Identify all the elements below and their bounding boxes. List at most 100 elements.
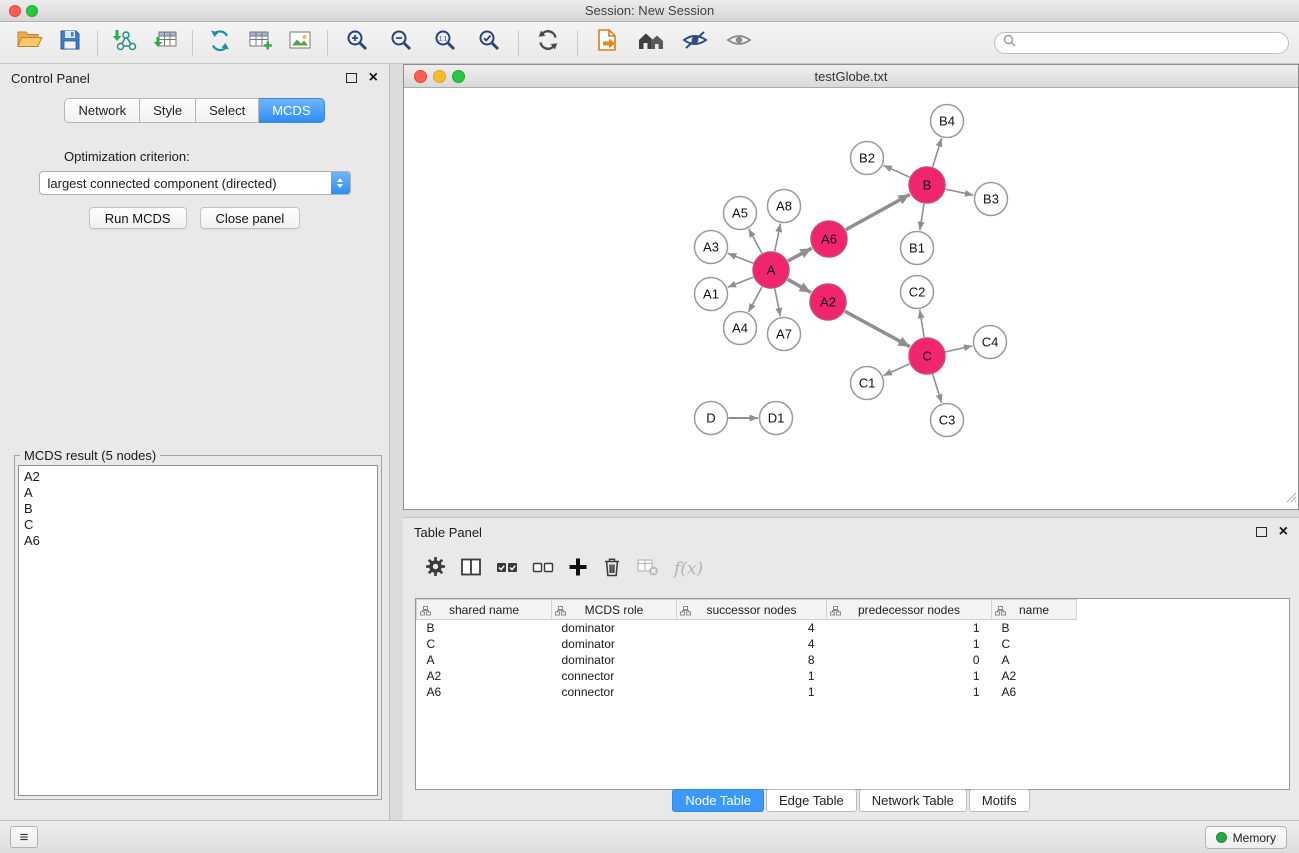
table-row[interactable]: C dominator 4 1 C bbox=[417, 636, 1077, 652]
table-row[interactable]: A6 connector 1 1 A6 bbox=[417, 684, 1077, 700]
graph-node-D1[interactable]: D1 bbox=[760, 402, 793, 435]
table-cell[interactable]: dominator bbox=[552, 652, 677, 668]
graph-node-A3[interactable]: A3 bbox=[695, 231, 728, 264]
graph-edge-A-A6[interactable] bbox=[788, 248, 812, 261]
zoom-out-button[interactable] bbox=[379, 26, 423, 60]
create-column-button[interactable] bbox=[568, 557, 588, 582]
graph-edge-C-C2[interactable] bbox=[920, 310, 924, 337]
tab-network[interactable]: Network bbox=[64, 98, 140, 123]
close-window-button[interactable] bbox=[9, 5, 21, 17]
graph-edge-A-A8[interactable] bbox=[775, 224, 781, 252]
graph-edge-B-B3[interactable] bbox=[946, 189, 974, 195]
tab-select[interactable]: Select bbox=[196, 98, 259, 123]
graph-edge-A6-B[interactable] bbox=[846, 194, 910, 229]
table-cell[interactable]: 0 bbox=[827, 652, 992, 668]
table-cell[interactable]: connector bbox=[552, 684, 677, 700]
table-cell[interactable]: connector bbox=[552, 668, 677, 684]
column-header-mcds-role[interactable]: MCDS role bbox=[552, 600, 677, 620]
home-button[interactable] bbox=[629, 26, 673, 60]
export-document-button[interactable] bbox=[585, 26, 629, 60]
graph-edge-B-B1[interactable] bbox=[920, 204, 924, 230]
graph-node-C3[interactable]: C3 bbox=[931, 404, 964, 437]
tab-network-table[interactable]: Network Table bbox=[859, 789, 967, 812]
close-panel-button[interactable]: Close panel bbox=[200, 207, 301, 229]
open-session-button[interactable] bbox=[10, 26, 50, 60]
close-panel-icon[interactable]: × bbox=[1279, 526, 1288, 538]
graph-edge-C-C4[interactable] bbox=[946, 346, 973, 352]
graph-node-A7[interactable]: A7 bbox=[768, 318, 801, 351]
table-cell[interactable]: dominator bbox=[552, 620, 677, 636]
deselect-all-button[interactable] bbox=[532, 557, 554, 582]
graph-node-A5[interactable]: A5 bbox=[724, 197, 757, 230]
table-cell[interactable]: A bbox=[992, 652, 1077, 668]
refresh-view-button[interactable] bbox=[526, 26, 570, 60]
column-header-name[interactable]: name bbox=[992, 600, 1077, 620]
graph-edge-C-C3[interactable] bbox=[933, 374, 942, 403]
memory-button[interactable]: Memory bbox=[1205, 826, 1287, 849]
zoom-in-button[interactable] bbox=[335, 26, 379, 60]
graph-node-C4[interactable]: C4 bbox=[974, 326, 1007, 359]
graph-node-B3[interactable]: B3 bbox=[975, 183, 1008, 216]
graph-edge-A-A7[interactable] bbox=[775, 289, 781, 317]
share-network-button[interactable] bbox=[200, 26, 240, 60]
column-header-predecessor-nodes[interactable]: predecessor nodes bbox=[827, 600, 992, 620]
select-all-button[interactable] bbox=[496, 557, 518, 582]
close-panel-icon[interactable]: × bbox=[369, 72, 378, 84]
table-cell[interactable]: B bbox=[992, 620, 1077, 636]
graph-edge-C-C1[interactable] bbox=[883, 364, 909, 376]
mcds-result-list[interactable]: A2 A B C A6 bbox=[18, 465, 378, 796]
table-cell[interactable]: 4 bbox=[677, 620, 827, 636]
task-history-button[interactable]: ≡ bbox=[10, 826, 38, 848]
tab-motifs[interactable]: Motifs bbox=[969, 789, 1030, 812]
resize-grip[interactable] bbox=[1285, 490, 1297, 508]
network-zoom-button[interactable] bbox=[452, 70, 465, 83]
tab-node-table[interactable]: Node Table bbox=[672, 789, 764, 812]
graph-node-A4[interactable]: A4 bbox=[724, 312, 757, 345]
graph-node-C1[interactable]: C1 bbox=[851, 367, 884, 400]
column-browser-button[interactable] bbox=[460, 557, 482, 582]
table-cell[interactable]: 1 bbox=[827, 620, 992, 636]
graph-edge-B-B4[interactable] bbox=[933, 138, 942, 167]
hide-graphics-details-button[interactable] bbox=[673, 26, 717, 60]
graph-edge-A-A1[interactable] bbox=[728, 277, 754, 287]
table-cell[interactable]: 1 bbox=[677, 668, 827, 684]
zoom-fit-button[interactable] bbox=[467, 26, 511, 60]
list-item[interactable]: C bbox=[24, 517, 372, 533]
network-graph[interactable]: B4B2BB3A5A8A6A3B1AC2A1A2A4A7C4CC1DD1C3 bbox=[404, 88, 1298, 509]
graph-node-B[interactable]: B bbox=[909, 167, 945, 203]
export-image-button[interactable] bbox=[280, 26, 320, 60]
search-input[interactable] bbox=[1021, 36, 1280, 50]
network-canvas[interactable]: B4B2BB3A5A8A6A3B1AC2A1A2A4A7C4CC1DD1C3 bbox=[404, 88, 1298, 509]
list-item[interactable]: B bbox=[24, 501, 372, 517]
graph-edge-A-A2[interactable] bbox=[788, 279, 811, 292]
table-cell[interactable]: 4 bbox=[677, 636, 827, 652]
table-row[interactable]: A2 connector 1 1 A2 bbox=[417, 668, 1077, 684]
graph-edge-A2-C[interactable] bbox=[845, 311, 910, 347]
graph-node-A1[interactable]: A1 bbox=[695, 278, 728, 311]
table-cell[interactable]: 8 bbox=[677, 652, 827, 668]
table-cell[interactable]: A6 bbox=[992, 684, 1077, 700]
table-cell[interactable]: dominator bbox=[552, 636, 677, 652]
tab-style[interactable]: Style bbox=[140, 98, 196, 123]
table-cell[interactable]: 1 bbox=[827, 668, 992, 684]
graph-edge-A-A4[interactable] bbox=[749, 287, 763, 312]
column-header-successor-nodes[interactable]: successor nodes bbox=[677, 600, 827, 620]
graph-edge-B-B2[interactable] bbox=[883, 165, 909, 177]
fullscreen-window-button[interactable] bbox=[26, 5, 38, 17]
table-cell[interactable]: 1 bbox=[827, 636, 992, 652]
table-cell[interactable]: A6 bbox=[417, 684, 552, 700]
new-table-button[interactable] bbox=[240, 26, 280, 60]
graph-node-C[interactable]: C bbox=[909, 338, 945, 374]
table-cell[interactable]: 1 bbox=[827, 684, 992, 700]
table-settings-button[interactable] bbox=[425, 556, 446, 582]
table-row[interactable]: A dominator 8 0 A bbox=[417, 652, 1077, 668]
tab-mcds[interactable]: MCDS bbox=[259, 98, 324, 123]
list-item[interactable]: A2 bbox=[24, 469, 372, 485]
list-item[interactable]: A6 bbox=[24, 533, 372, 549]
graph-node-A[interactable]: A bbox=[753, 252, 789, 288]
graph-node-A2[interactable]: A2 bbox=[810, 284, 846, 320]
tab-edge-table[interactable]: Edge Table bbox=[766, 789, 857, 812]
network-close-button[interactable] bbox=[414, 70, 427, 83]
list-item[interactable]: A bbox=[24, 485, 372, 501]
combo-stepper-icon[interactable] bbox=[331, 172, 350, 194]
